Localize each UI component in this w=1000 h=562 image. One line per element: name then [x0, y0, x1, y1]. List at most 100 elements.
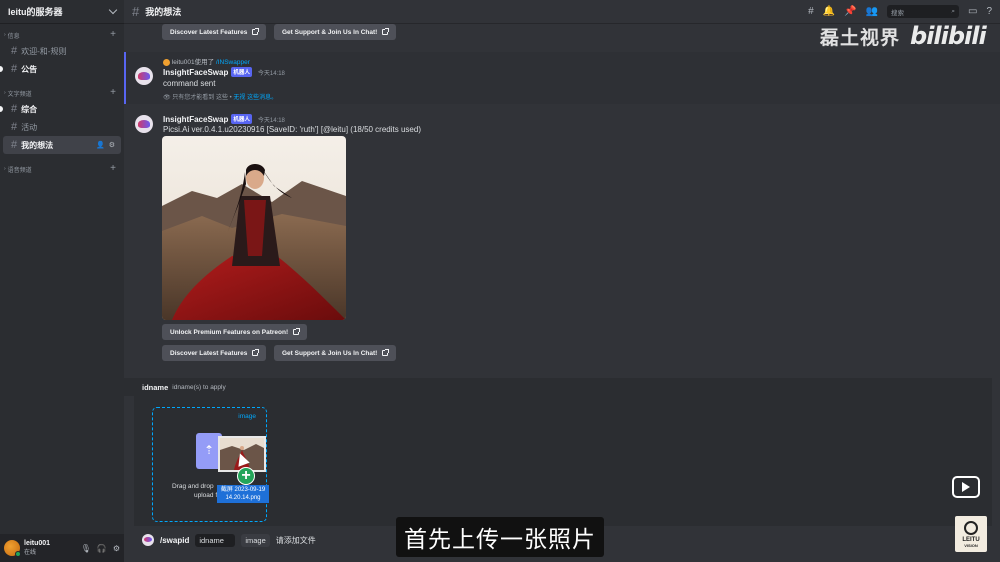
channel-label: 我的想法: [21, 140, 54, 150]
watermark-text: 磊土视界: [820, 27, 901, 49]
channel-sidebar: leitu的服务器 › 信息 + # 欢迎-和-规则 # 公告 › 文字频道 + # 综合…: [0, 0, 124, 562]
hash-icon: #: [11, 103, 18, 115]
category-text[interactable]: › 文字频道 +: [0, 86, 124, 100]
user-panel: leitu001 在线 🎙 🎧 ⚙: [0, 534, 124, 562]
drop-zone-label: image: [238, 413, 256, 420]
unread-indicator: [0, 66, 3, 72]
channel-label: 综合: [21, 104, 38, 114]
add-member-icon[interactable]: 👤: [96, 141, 105, 149]
bilibili-logo: bilibili: [910, 22, 987, 50]
discover-features-button[interactable]: Discover Latest Features: [162, 345, 267, 361]
add-channel-icon[interactable]: +: [110, 88, 116, 98]
category-voice[interactable]: › 语音频道 +: [0, 162, 124, 176]
timestamp: 今天14:18: [257, 70, 285, 77]
hash-icon: #: [11, 139, 18, 151]
members-icon[interactable]: 👥: [866, 6, 878, 17]
eye-icon: 👁: [163, 95, 171, 101]
search-placeholder: 搜索: [890, 9, 904, 17]
avatar: [163, 58, 170, 66]
headphones-icon[interactable]: 🎧: [97, 544, 107, 553]
generated-image[interactable]: [162, 136, 346, 320]
hash-icon: #: [11, 45, 18, 57]
command-name: /swapid: [160, 535, 190, 545]
reply-user: leitu001: [171, 59, 195, 66]
bell-icon[interactable]: 🔔: [823, 6, 835, 17]
online-status-icon: [15, 551, 21, 557]
image-option-value: 请添加文件: [275, 535, 316, 545]
hash-icon: #: [132, 4, 140, 19]
discover-features-button[interactable]: Discover Latest Features: [162, 24, 267, 40]
mic-muted-icon[interactable]: 🎙: [81, 544, 91, 553]
channel-my-thoughts[interactable]: # 我的想法 👤 ⚙: [3, 136, 121, 154]
add-channel-icon[interactable]: +: [110, 164, 116, 174]
button-label: Get Support & Join Us In Chat!: [282, 349, 378, 357]
channel-label: 欢迎-和-规则: [21, 46, 67, 56]
chat-area: # 我的想法 # 🔔 📌 👥 搜索 ⌕ ▭ ? Discover Latest …: [124, 0, 1000, 562]
logo-ring-icon: [964, 520, 978, 535]
add-channel-icon[interactable]: +: [110, 30, 116, 40]
search-icon: ⌕: [951, 7, 955, 15]
channel-announcements[interactable]: # 公告: [0, 60, 121, 78]
drop-text-line: Drag and drop: [172, 483, 214, 490]
threads-icon[interactable]: #: [808, 6, 814, 17]
ephemeral-note: 👁 只有您才能看到 这些 • 无视 这些消息。: [163, 92, 277, 101]
user-status: 在线: [24, 550, 37, 557]
get-support-button[interactable]: Get Support & Join Us In Chat!: [274, 345, 397, 361]
dragged-file-name: 截屏 2023-09-19 14.20.14.png: [217, 485, 269, 504]
leitu-vision-logo: LEITU VISION: [955, 516, 987, 552]
get-support-button[interactable]: Get Support & Join Us In Chat!: [274, 24, 397, 40]
button-label: Unlock Premium Features on Patreon!: [170, 328, 289, 336]
message-author[interactable]: InsightFaceSwap 机器人 今天14:18: [163, 67, 285, 77]
category-label: 语音频道: [7, 167, 32, 174]
video-subtitle: 首先上传一张照片: [396, 517, 604, 557]
channel-welcome-rules[interactable]: # 欢迎-和-规则: [3, 42, 121, 60]
external-link-icon: [252, 28, 260, 35]
idname-option-chip[interactable]: idname: [195, 533, 236, 547]
user-name: leitu001: [24, 539, 51, 547]
inbox-icon[interactable]: ▭: [968, 6, 977, 17]
pin-icon[interactable]: 📌: [844, 6, 856, 17]
gear-icon[interactable]: ⚙: [113, 544, 120, 553]
reply-context[interactable]: leitu001使用了 /INSwapper: [163, 56, 250, 66]
button-label: Discover Latest Features: [170, 28, 248, 36]
bot-badge: 机器人: [231, 114, 252, 124]
drop-text-line: upload f: [194, 491, 218, 499]
category-info[interactable]: › 信息 +: [0, 28, 124, 42]
option-name: idname: [142, 382, 169, 392]
bot-avatar[interactable]: [135, 115, 153, 133]
dismiss-link[interactable]: 无视 这些消息。: [233, 95, 277, 101]
server-header[interactable]: leitu的服务器: [0, 0, 124, 24]
channel-label: 公告: [21, 64, 38, 74]
drop-instructions: Drag and drop upload f: [172, 483, 217, 501]
button-label: Discover Latest Features: [170, 349, 248, 357]
add-file-icon: +: [237, 467, 255, 485]
hash-icon: #: [11, 121, 18, 133]
ephemeral-text: 只有您才能看到 这些 •: [172, 95, 232, 101]
search-input[interactable]: 搜索 ⌕: [886, 5, 959, 18]
author-name: InsightFaceSwap: [163, 67, 229, 77]
gear-icon[interactable]: ⚙: [109, 141, 115, 149]
file-name-line: 截屏 2023-09-19: [220, 487, 266, 493]
unread-indicator: [0, 106, 3, 112]
button-label: Get Support & Join Us In Chat!: [282, 28, 378, 36]
help-icon[interactable]: ?: [986, 6, 992, 17]
command-option-hint: idname idname(s) to apply: [124, 378, 992, 396]
message-author[interactable]: InsightFaceSwap 机器人 今天14:18: [163, 114, 285, 124]
timestamp: 今天14:18: [257, 117, 285, 124]
category-label: 文字频道: [7, 91, 32, 98]
author-name: InsightFaceSwap: [163, 114, 229, 124]
unlock-premium-button[interactable]: Unlock Premium Features on Patreon!: [162, 324, 308, 340]
reply-verb: 使用了: [194, 59, 215, 66]
avatar[interactable]: [4, 540, 21, 557]
bot-avatar[interactable]: [135, 67, 153, 85]
tv-play-icon: [952, 476, 980, 498]
channel-general[interactable]: # 综合: [0, 100, 121, 118]
category-label: 信息: [7, 33, 20, 40]
file-drop-zone[interactable]: image Drag and drop upload f + 截屏 2023-0…: [152, 407, 269, 522]
caret-icon: ›: [4, 32, 6, 38]
message-text: Picsi.Ai ver.0.4.1.u20230916 [SaveID: 'r…: [163, 125, 421, 134]
channel-events[interactable]: # 活动: [3, 118, 121, 136]
external-link-icon: [252, 349, 260, 356]
image-option-chip[interactable]: image: [241, 533, 270, 547]
file-name-line: 14.20.14.png: [225, 495, 261, 502]
